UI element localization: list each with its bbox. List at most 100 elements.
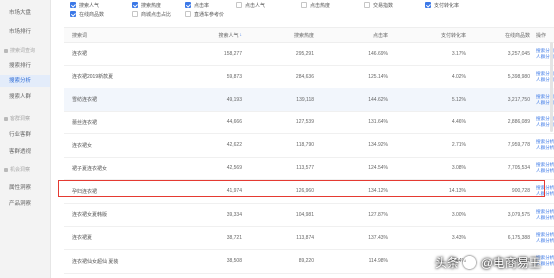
table-row: 连衣裙 158,277 295,291 146.69% 3.17% 3,257,045 搜索…: [64, 42, 554, 66]
filter-label: 在线商品数: [79, 12, 105, 18]
group-icon: [4, 116, 8, 121]
sidebar-item-label: 客群洞察: [10, 116, 31, 122]
filter-label: 搜索人气: [79, 3, 100, 9]
cell-conversion: 4.46%: [451, 119, 466, 125]
filter-checkbox-1[interactable]: 搜索热度: [132, 2, 161, 10]
filter-checkbox-2[interactable]: 点击率: [185, 2, 209, 10]
filter-checkbox-6[interactable]: 支付转化率: [425, 2, 459, 10]
filter-checkbox-9[interactable]: 直通车参考价: [185, 11, 224, 19]
sidebar-item-4[interactable]: 搜索分析: [0, 75, 50, 87]
column-header-popularity[interactable]: 搜索人气 ↓: [182, 28, 242, 42]
scrollbar[interactable]: [550, 42, 553, 132]
filter-label: 搜索热度: [141, 3, 162, 9]
sidebar-item-label: 搜索人群: [9, 94, 32, 100]
table-row: 连衣裙女夏韩版 39,334 104,981 127.87% 3.00% 3,079,57…: [64, 203, 554, 227]
watermark: 头条 @电商易王: [435, 254, 541, 272]
checkbox-unchecked-icon[interactable]: [364, 2, 370, 9]
table-row: 蕾丝连衣裙 44,666 127,539 131.64% 4.46% 2,886,089 搜…: [64, 111, 554, 134]
crowd-analysis-link[interactable]: 人群分析: [536, 168, 554, 174]
cell-heat: 113,874: [296, 234, 314, 241]
cell-ctr: 137.43%: [368, 234, 388, 241]
cell-ctr: 125.14%: [368, 73, 388, 80]
cell-items: 2,886,089: [507, 119, 530, 125]
sidebar-item-5[interactable]: 搜索人群: [0, 91, 50, 103]
filter-label: 交易指数: [373, 3, 394, 9]
cell-items: 3,257,045: [507, 50, 530, 57]
cell-heat: 284,636: [295, 73, 314, 80]
cell-conversion: 5.12%: [451, 96, 466, 103]
cell-ctr: 124.54%: [368, 165, 388, 171]
sidebar-item-3[interactable]: 搜索排行: [0, 60, 50, 72]
cell-popularity: 42,569: [226, 165, 242, 171]
cell-search-term: 裙子夏连衣裙女: [72, 165, 108, 172]
cell-heat: 127,539: [295, 119, 314, 125]
cell-popularity: 49,193: [226, 96, 242, 103]
cell-conversion: 4.02%: [451, 73, 466, 80]
sidebar-item-label: 产品洞察: [9, 201, 32, 207]
sort-desc-icon[interactable]: ↓: [240, 32, 243, 38]
filter-label: 支付转化率: [434, 3, 460, 9]
checkbox-checked-icon[interactable]: [185, 2, 191, 9]
group-icon: [4, 167, 8, 172]
cell-search-term: 连衣裙夏: [72, 235, 93, 241]
cell-actions: 搜索分析 人群分析: [536, 133, 554, 157]
cell-items: 6,175,388: [507, 234, 530, 241]
sidebar-item-11[interactable]: 产品洞察: [0, 198, 50, 210]
sidebar-item-label: 机会洞察: [10, 167, 31, 173]
cell-items: 7,705,534: [507, 165, 530, 171]
sidebar-item-label: 客群透视: [9, 149, 32, 155]
cell-search-term: 连衣裙2019新款夏: [72, 74, 114, 80]
cell-ctr: 114.98%: [368, 258, 388, 264]
sidebar-item-0[interactable]: 市场大盘: [0, 7, 50, 19]
filter-checkbox-5[interactable]: 交易指数: [364, 2, 393, 10]
filter-checkbox-3[interactable]: 点击人气: [236, 2, 265, 10]
checkbox-unchecked-icon[interactable]: [185, 11, 191, 18]
column-header-heat[interactable]: 搜索热度: [254, 28, 314, 42]
table-row: 连衣裙女 42,622 118,790 134.92% 2.71% 7,959,778 搜索…: [64, 133, 554, 158]
sidebar-item-label: 搜索分析: [9, 78, 32, 84]
column-header-items[interactable]: 在线商品数: [474, 28, 530, 42]
checkbox-checked-icon[interactable]: [425, 2, 431, 9]
sidebar-item-1[interactable]: 市场排行: [0, 26, 50, 38]
checkbox-checked-icon[interactable]: [70, 2, 76, 9]
cell-popularity: 39,334: [226, 211, 242, 218]
cell-ctr: 146.69%: [368, 50, 388, 57]
sidebar-item-label: 属性洞察: [9, 185, 32, 191]
filter-checkbox-8[interactable]: 商城点击占比: [132, 11, 171, 19]
filter-label: 点击人气: [245, 3, 266, 9]
table-row: 裙子夏连衣裙女 42,569 113,577 124.54% 3.08% 7,705,53…: [64, 157, 554, 180]
cell-conversion: 3.00%: [451, 211, 466, 218]
filter-label: 直通车参考价: [194, 12, 225, 18]
sidebar-item-label: 市场大盘: [9, 10, 32, 16]
cell-conversion: 2.71%: [451, 142, 466, 148]
sidebar-item-8[interactable]: 客群透视: [0, 146, 50, 158]
cell-conversion: 3.43%: [451, 234, 466, 241]
sidebar: 市场大盘 市场排行 搜索词查询 搜索排行 搜索分析 搜索人群 客群洞察 行业客群 客群透视 机会洞…: [0, 0, 51, 278]
cell-search-term: 连衣裙仙女超仙 夏装: [72, 258, 119, 265]
checkbox-checked-icon[interactable]: [70, 11, 76, 18]
cell-items: 3,217,750: [507, 96, 530, 103]
crowd-analysis-link[interactable]: 人群分析: [536, 238, 554, 244]
checkbox-unchecked-icon[interactable]: [132, 11, 138, 18]
checkbox-checked-icon[interactable]: [132, 2, 138, 9]
filter-checkbox-7[interactable]: 在线商品数: [70, 11, 104, 19]
cell-heat: 295,291: [295, 50, 314, 57]
column-header-conversion[interactable]: 支付转化率: [400, 28, 466, 42]
filter-checkbox-0[interactable]: 搜索人气: [70, 2, 99, 10]
filter-checkbox-4[interactable]: 点击热度: [301, 2, 330, 10]
sidebar-item-7[interactable]: 行业客群: [0, 129, 50, 141]
cell-heat: 104,981: [295, 211, 314, 218]
cell-popularity: 38,508: [226, 258, 242, 264]
column-header-ctr[interactable]: 点击率: [326, 28, 388, 42]
cell-search-term: 连衣裙女夏韩版: [72, 212, 108, 218]
crowd-analysis-link[interactable]: 人群分析: [536, 145, 554, 151]
checkbox-unchecked-icon[interactable]: [236, 2, 242, 9]
cell-ctr: 127.87%: [368, 211, 388, 218]
sidebar-item-label: 搜索排行: [9, 63, 32, 69]
crowd-analysis-link[interactable]: 人群分析: [536, 215, 554, 221]
sidebar-item-10[interactable]: 属性洞察: [0, 182, 50, 194]
sidebar-group-6: 客群洞察: [0, 113, 50, 125]
cell-ctr: 131.64%: [368, 119, 388, 125]
cell-ctr: 134.92%: [368, 142, 388, 148]
checkbox-unchecked-icon[interactable]: [301, 2, 307, 9]
